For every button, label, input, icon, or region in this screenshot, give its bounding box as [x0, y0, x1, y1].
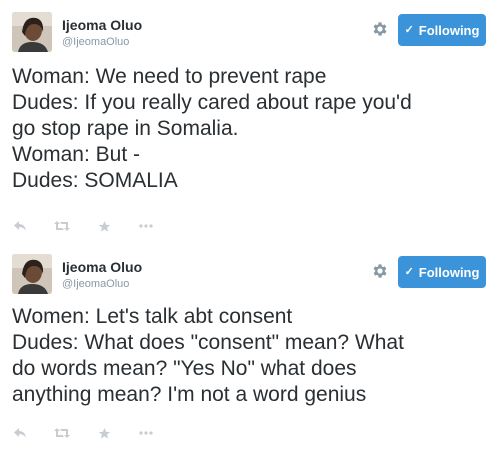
tweet: Ijeoma Oluo @IjeomaOluo ✓ Following Wome…: [0, 242, 500, 453]
following-button[interactable]: ✓ Following: [398, 256, 486, 288]
tweet-text-line: Women: Let's talk abt consent: [12, 305, 293, 328]
retweet-icon[interactable]: [54, 425, 70, 441]
more-icon[interactable]: [138, 425, 154, 441]
retweet-icon[interactable]: [54, 218, 70, 234]
tweet-text-line: go stop rape in Somalia.: [12, 117, 239, 140]
display-name[interactable]: Ijeoma Oluo: [62, 17, 142, 33]
tweet-text-line: Woman: We need to prevent rape: [12, 65, 327, 88]
following-label: Following: [418, 22, 480, 38]
favorite-icon[interactable]: [96, 425, 112, 441]
avatar[interactable]: [12, 254, 52, 294]
tweet-actions: [12, 425, 154, 441]
tweet-text-line: Woman: But -: [12, 143, 140, 166]
favorite-icon[interactable]: [96, 218, 112, 234]
gear-icon[interactable]: [371, 20, 389, 38]
username-handle[interactable]: @IjeomaOluo: [62, 278, 129, 290]
tweet-text-line: anything mean? I'm not a word genius: [12, 383, 367, 406]
checkmark-icon: ✓: [404, 23, 414, 36]
tweet-text-line: Dudes: SOMALIA: [12, 169, 178, 192]
tweet-text-line: Dudes: What does "consent" mean? What: [12, 331, 404, 354]
tweet-text: Woman: We need to prevent rape Dudes: If…: [12, 64, 492, 194]
avatar[interactable]: [12, 12, 52, 52]
reply-icon[interactable]: [12, 218, 28, 234]
display-name[interactable]: Ijeoma Oluo: [62, 259, 142, 275]
checkmark-icon: ✓: [404, 265, 414, 278]
tweet: Ijeoma Oluo @IjeomaOluo ✓ Following Woma…: [0, 0, 500, 242]
more-icon[interactable]: [138, 218, 154, 234]
gear-icon[interactable]: [371, 262, 389, 280]
following-button[interactable]: ✓ Following: [398, 14, 486, 46]
tweet-text-line: Dudes: If you really cared about rape yo…: [12, 91, 412, 114]
following-label: Following: [418, 264, 480, 280]
username-handle[interactable]: @IjeomaOluo: [62, 36, 129, 48]
tweet-text: Women: Let's talk abt consent Dudes: Wha…: [12, 304, 492, 408]
tweet-actions: [12, 218, 154, 234]
reply-icon[interactable]: [12, 425, 28, 441]
tweet-text-line: do words mean? "Yes No" what does: [12, 357, 357, 380]
